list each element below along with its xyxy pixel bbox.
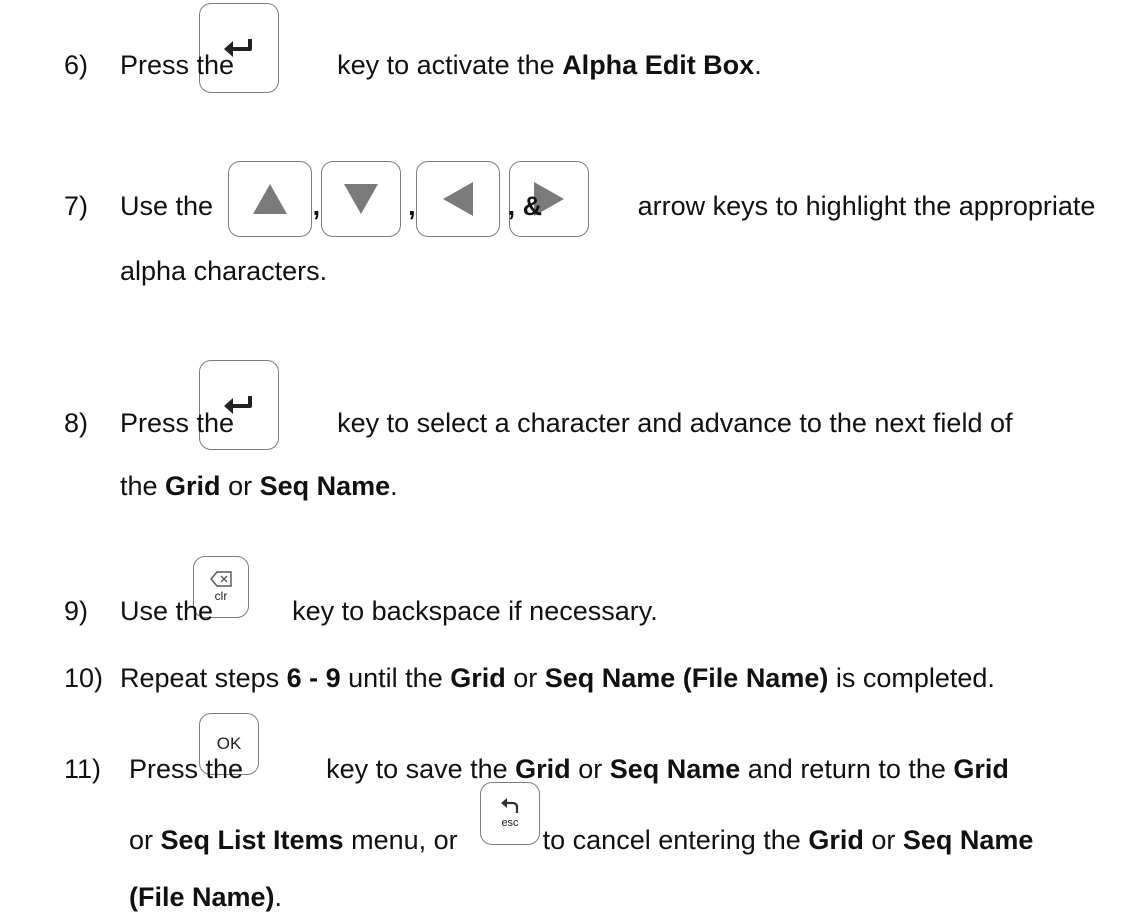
step-text-run: Press the	[120, 50, 242, 80]
step-text-run: Repeat steps	[120, 663, 287, 693]
step-text-run: key to save the	[318, 754, 516, 784]
bold-term: Grid	[450, 663, 506, 693]
step-text: Use the ,, , & arrow keys to highlight th…	[120, 190, 1095, 222]
step-number: 8)	[64, 408, 89, 438]
step-text-run: and return to the	[740, 754, 954, 784]
step-text-run: Use the	[120, 191, 221, 221]
step-number: 7)	[64, 191, 89, 221]
step-text-run: the	[120, 471, 166, 501]
step-text-run: .	[754, 50, 762, 80]
bold-term: (File Name)	[129, 882, 275, 912]
step-text-run: alpha characters.	[120, 256, 328, 286]
step-text-run: Press the	[129, 754, 251, 784]
step-text-run: menu, or	[343, 825, 466, 855]
bold-term: 6 - 9	[286, 663, 341, 693]
bold-term: Seq Name	[902, 825, 1034, 855]
bold-term: Alpha Edit Box	[562, 50, 755, 80]
bold-term: Grid	[808, 825, 864, 855]
step-number: 9)	[64, 596, 89, 626]
step-text-run: or	[129, 825, 161, 855]
step-text-run: .	[390, 471, 398, 501]
step-text-run: to cancel entering the	[535, 825, 809, 855]
bold-term: Seq Name (File Name)	[544, 663, 829, 693]
step-text-run: or	[570, 754, 610, 784]
step-text-run: until the	[340, 663, 451, 693]
bold-term: Seq List Items	[160, 825, 344, 855]
step-number: 6)	[64, 50, 89, 80]
step-text-run: key to select a character and advance to…	[329, 408, 1013, 438]
step-text: Press the key to select a character and …	[120, 407, 1012, 439]
return-arrow-icon	[500, 798, 520, 814]
step-text-continued: the Grid or Seq Name.	[120, 470, 398, 502]
bold-term: Grid	[165, 471, 221, 501]
bold-term: ,	[312, 191, 321, 221]
step-text-run: Press the	[120, 408, 242, 438]
step-text-run: is completed.	[828, 663, 995, 693]
bold-term: Grid	[953, 754, 1009, 784]
step-text-run: Use the	[120, 596, 221, 626]
step-text: Press the key to activate the Alpha Edit…	[120, 49, 762, 81]
bold-term: Grid	[515, 754, 571, 784]
bold-term: Seq Name	[259, 471, 391, 501]
step-text: Use the key to backspace if necessary.	[120, 595, 658, 627]
step-text-continued: (File Name).	[129, 881, 282, 913]
step-text: Repeat steps 6 - 9 until the Grid or Seq…	[120, 662, 995, 694]
bold-term: , &	[507, 191, 543, 221]
step-text-run: or	[220, 471, 260, 501]
step-text-run: .	[274, 882, 283, 912]
step-text: Press the key to save the Grid or Seq Na…	[129, 753, 1009, 785]
step-text-run: key to backspace if necessary.	[284, 596, 658, 626]
bold-term: Seq Name	[609, 754, 741, 784]
step-text-run: arrow keys to highlight the appropriate	[630, 191, 1096, 221]
step-text-run: key to activate the	[329, 50, 563, 80]
ok-key-label: OK	[216, 734, 242, 753]
step-text-continued: alpha characters.	[120, 255, 327, 287]
step-text-run: or	[505, 663, 545, 693]
step-text-run: or	[863, 825, 903, 855]
backspace-icon	[210, 571, 232, 587]
step-number: 11)	[64, 754, 102, 784]
step-number: 10)	[64, 663, 104, 693]
bold-term: ,	[408, 191, 416, 221]
